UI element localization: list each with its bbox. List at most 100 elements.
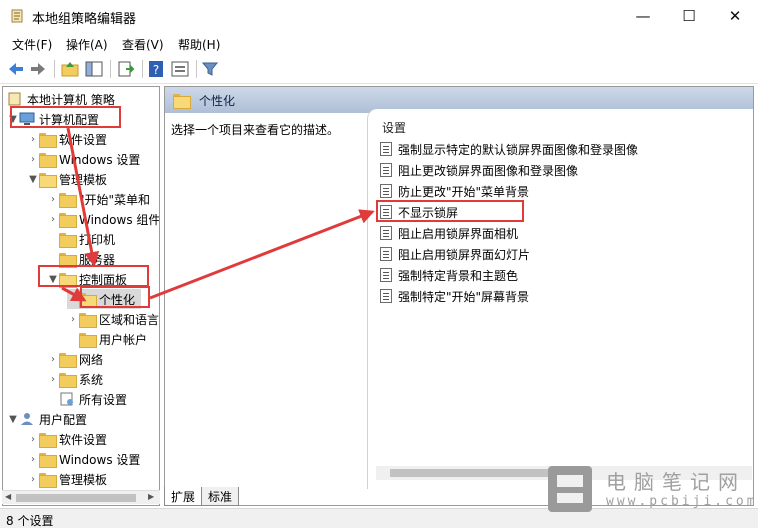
menu-view[interactable]: 查看(V) bbox=[122, 36, 164, 53]
policy-item[interactable]: 强制特定背景和主题色 bbox=[380, 265, 518, 285]
tree-item-label: 管理模板 bbox=[59, 472, 108, 487]
chevron-down-icon[interactable]: ▼ bbox=[7, 109, 19, 129]
scroll-right-icon[interactable]: ▶ bbox=[148, 492, 154, 501]
tree-item-admin-templates[interactable]: ▼ 管理模板 bbox=[27, 169, 107, 189]
chevron-right-icon[interactable]: › bbox=[47, 189, 59, 209]
tree-item-user-accounts[interactable]: 用户帐户 bbox=[67, 329, 147, 349]
chevron-down-icon[interactable]: ▼ bbox=[27, 169, 39, 189]
details-header-title: 个性化 bbox=[199, 93, 236, 108]
policy-label: 不显示锁屏 bbox=[398, 205, 459, 220]
help-icon[interactable]: ? bbox=[146, 59, 166, 79]
tree-item-label: 控制面板 bbox=[79, 272, 128, 287]
policy-item[interactable]: 阻止启用锁屏界面幻灯片 bbox=[380, 244, 530, 264]
chevron-right-icon[interactable]: › bbox=[27, 469, 39, 489]
policy-item-no-lock-screen[interactable]: 不显示锁屏 bbox=[380, 202, 458, 222]
watermark-url: www.pcbiji.com bbox=[606, 494, 758, 509]
tab-extended[interactable]: 扩展 bbox=[164, 487, 203, 506]
tree-item-user-software-settings[interactable]: › 软件设置 bbox=[27, 429, 107, 449]
chevron-right-icon[interactable]: › bbox=[47, 369, 59, 389]
tree-item-label: 软件设置 bbox=[59, 132, 108, 147]
tree-item-computer-config[interactable]: ▼ 计算机配置 bbox=[7, 109, 99, 129]
toolbar-separator bbox=[142, 60, 143, 78]
tree-item-printers[interactable]: 打印机 bbox=[47, 229, 115, 249]
tree-item-user-windows-settings[interactable]: › Windows 设置 bbox=[27, 449, 140, 469]
policy-editor-icon bbox=[11, 9, 23, 23]
tree-item-label: 计算机配置 bbox=[39, 112, 100, 127]
tree-item-label: 个性化 bbox=[99, 292, 136, 307]
tree-item-network[interactable]: › 网络 bbox=[47, 349, 103, 369]
folder-icon bbox=[59, 252, 77, 268]
policy-item[interactable]: 防止更改"开始"菜单背景 bbox=[380, 181, 529, 201]
tree-item-windows-settings[interactable]: › Windows 设置 bbox=[27, 149, 140, 169]
scrollbar-thumb[interactable] bbox=[16, 494, 136, 502]
view-tabs: 扩展 标准 bbox=[164, 487, 240, 507]
menu-file[interactable]: 文件(F) bbox=[12, 36, 52, 53]
menu-action[interactable]: 操作(A) bbox=[66, 36, 108, 53]
close-button[interactable]: ✕ bbox=[712, 0, 758, 32]
policy-item[interactable]: 阻止启用锁屏界面相机 bbox=[380, 223, 518, 243]
back-icon[interactable] bbox=[6, 59, 26, 79]
chevron-right-icon[interactable]: › bbox=[67, 309, 79, 329]
maximize-button[interactable]: ☐ bbox=[666, 0, 712, 32]
policy-label: 阻止启用锁屏界面幻灯片 bbox=[398, 247, 531, 262]
chevron-right-icon[interactable]: › bbox=[27, 429, 39, 449]
tree-item-all-settings[interactable]: 所有设置 bbox=[47, 389, 127, 409]
tree-horizontal-scrollbar[interactable]: ◀ ▶ bbox=[2, 490, 160, 504]
computer-icon bbox=[19, 112, 35, 125]
column-header-setting[interactable]: 设置 bbox=[382, 119, 406, 136]
tree-item-label: 服务器 bbox=[79, 252, 116, 267]
scroll-left-icon[interactable]: ◀ bbox=[5, 492, 11, 501]
tree-item-user-admin-templates[interactable]: › 管理模板 bbox=[27, 469, 107, 489]
tree-item-region-language[interactable]: › 区域和语言 bbox=[67, 309, 159, 329]
tree-item-label: Windows 组件 bbox=[79, 212, 160, 227]
minimize-button[interactable]: — bbox=[620, 0, 666, 32]
policy-item[interactable]: 强制特定"开始"屏幕背景 bbox=[380, 286, 529, 306]
policy-doc-icon bbox=[8, 92, 21, 106]
toolbar: ? bbox=[0, 54, 758, 84]
chevron-down-icon[interactable]: ▼ bbox=[47, 269, 59, 289]
scrollbar-thumb[interactable] bbox=[390, 469, 550, 477]
up-folder-icon[interactable] bbox=[60, 59, 80, 79]
tree-item-system[interactable]: › 系统 bbox=[47, 369, 103, 389]
tree-item-software-settings[interactable]: › 软件设置 bbox=[27, 129, 107, 149]
chevron-right-icon[interactable]: › bbox=[47, 209, 59, 229]
chevron-right-icon[interactable]: › bbox=[27, 449, 39, 469]
tree-item-control-panel[interactable]: ▼ 控制面板 bbox=[47, 269, 127, 289]
tree-root[interactable]: 本地计算机 策略 bbox=[7, 89, 115, 109]
folder-icon bbox=[59, 372, 77, 388]
chevron-right-icon[interactable]: › bbox=[47, 349, 59, 369]
tree-item-windows-components[interactable]: › Windows 组件 bbox=[47, 209, 160, 229]
export-list-icon[interactable] bbox=[116, 59, 136, 79]
title-bar: 本地组策略编辑器 — ☐ ✕ bbox=[0, 0, 758, 32]
description-text: 选择一个项目来查看它的描述。 bbox=[171, 123, 340, 137]
tree-item-label: 用户帐户 bbox=[99, 332, 148, 347]
tab-standard[interactable]: 标准 bbox=[201, 487, 240, 506]
policy-item[interactable]: 强制显示特定的默认锁屏界面图像和登录图像 bbox=[380, 139, 638, 159]
show-hide-tree-icon[interactable] bbox=[84, 59, 104, 79]
chevron-right-icon[interactable]: › bbox=[27, 129, 39, 149]
folder-open-icon bbox=[79, 292, 97, 308]
policy-item[interactable]: 阻止更改锁屏界面图像和登录图像 bbox=[380, 160, 578, 180]
folder-icon bbox=[39, 132, 57, 148]
policy-setting-icon bbox=[380, 247, 392, 261]
tree-item-personalization[interactable]: 个性化 bbox=[67, 289, 142, 309]
tree-item-server[interactable]: 服务器 bbox=[47, 249, 115, 269]
properties-icon[interactable] bbox=[170, 59, 190, 79]
tree-item-label: 管理模板 bbox=[59, 172, 108, 187]
folder-open-icon bbox=[173, 93, 191, 109]
policy-list[interactable]: 设置 强制显示特定的默认锁屏界面图像和登录图像 阻止更改锁屏界面图像和登录图像 … bbox=[367, 109, 753, 489]
menu-help[interactable]: 帮助(H) bbox=[178, 36, 220, 53]
tree-item-start-menu[interactable]: › "开始"菜单和 bbox=[47, 189, 150, 209]
policy-setting-icon bbox=[380, 163, 392, 177]
tree-item-user-config[interactable]: ▼ 用户配置 bbox=[7, 409, 87, 429]
chevron-right-icon[interactable]: › bbox=[27, 149, 39, 169]
policy-setting-icon bbox=[380, 268, 392, 282]
forward-icon[interactable] bbox=[28, 59, 48, 79]
folder-icon bbox=[39, 152, 57, 168]
tree-item-label: Windows 设置 bbox=[59, 152, 141, 167]
policy-label: 阻止启用锁屏界面相机 bbox=[398, 226, 519, 241]
filter-icon[interactable] bbox=[200, 59, 220, 79]
chevron-down-icon[interactable]: ▼ bbox=[7, 409, 19, 429]
tree-pane[interactable]: 本地计算机 策略 ▼ 计算机配置 › 软件设置 › Windows 设置 ▼ 管… bbox=[2, 86, 160, 506]
